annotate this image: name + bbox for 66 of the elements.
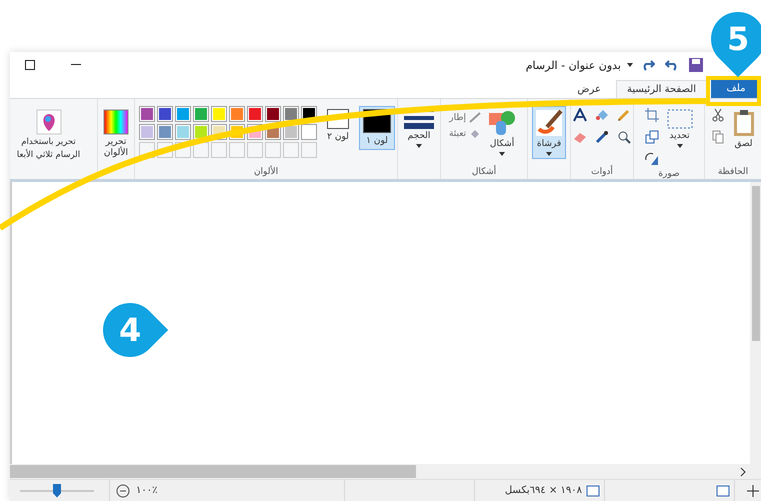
crop-icon[interactable]	[642, 106, 660, 124]
group-label: الحافظة	[718, 166, 748, 179]
cursor-position-icon	[747, 484, 759, 496]
shapes-icon	[488, 109, 516, 137]
image-dimensions: ١٩٠٨ × ٦٩٤بكسل	[504, 485, 582, 496]
ribbon-tab[interactable]: الصفحة الرئيسية	[616, 80, 707, 98]
size-button[interactable]: الحجم	[401, 106, 437, 151]
zoom-level: ١٠٠٪	[136, 485, 158, 496]
outline-button[interactable]: إطار	[449, 112, 482, 124]
brush-icon	[535, 109, 563, 137]
color-swatch[interactable]	[139, 106, 155, 122]
empty-swatch	[265, 142, 281, 158]
color-swatch[interactable]	[175, 124, 191, 140]
paint-3d-icon	[36, 109, 62, 135]
color-swatch[interactable]	[247, 106, 263, 122]
color-swatch[interactable]	[301, 124, 317, 140]
eyedropper-icon[interactable]	[593, 128, 611, 146]
edit-colors-button[interactable]: تحرير الألوان	[98, 106, 134, 162]
paint-3d-button[interactable]: تحرير باستخدام الرسام ثلاثي الأبعا	[14, 106, 84, 164]
resize-icon[interactable]	[642, 128, 660, 146]
image-size-icon	[586, 484, 600, 496]
text-icon[interactable]	[571, 106, 589, 124]
empty-swatch	[301, 142, 317, 158]
empty-swatch	[229, 142, 245, 158]
fill-button[interactable]: تعبئة	[448, 128, 482, 140]
window-title: بدون عنوان - الرسام	[526, 58, 621, 72]
empty-swatch	[247, 142, 263, 158]
group-label: أدوات	[591, 166, 613, 179]
zoom-out-icon[interactable]	[114, 482, 132, 500]
select-button[interactable]: تحديد	[664, 106, 696, 151]
color-swatch[interactable]	[211, 106, 227, 122]
caret-icon	[416, 144, 422, 148]
vertical-scrollbar[interactable]	[750, 182, 761, 464]
paste-button[interactable]: لصق	[730, 106, 758, 153]
caret-icon	[627, 63, 633, 67]
horizontal-scrollbar[interactable]	[10, 464, 761, 479]
save-icon[interactable]	[687, 56, 705, 74]
empty-swatch	[283, 142, 299, 158]
color-swatch[interactable]	[157, 124, 173, 140]
line-width-icon	[404, 109, 434, 129]
minimize-icon	[71, 64, 81, 66]
color-swatch[interactable]	[175, 106, 191, 122]
color-swatch[interactable]	[193, 106, 209, 122]
group-label: أشكال	[472, 166, 496, 179]
color-swatch[interactable]	[229, 106, 245, 122]
group-label: صورة	[658, 168, 680, 181]
rotate-icon[interactable]	[642, 150, 660, 168]
color-selector[interactable]: لون ٢	[323, 106, 353, 146]
scroll-right-icon[interactable]	[739, 466, 747, 476]
caret-icon	[676, 144, 682, 148]
caret-icon	[546, 152, 552, 156]
caret-icon	[499, 152, 506, 156]
color-swatch[interactable]	[157, 106, 173, 122]
color-swatch[interactable]	[265, 106, 281, 122]
highlight-frame	[706, 76, 761, 106]
empty-swatch	[211, 142, 227, 158]
clipboard-icon	[732, 109, 754, 137]
maximize-icon	[25, 60, 35, 70]
color-spectrum-icon	[103, 109, 129, 135]
brush-button[interactable]: فرشاة	[532, 106, 566, 159]
selection-icon	[666, 109, 692, 129]
zoom-slider-thumb[interactable]	[53, 484, 61, 498]
color-swatch[interactable]	[139, 124, 155, 140]
selection-size-icon	[716, 484, 730, 496]
shapes-button[interactable]: أشكال	[485, 106, 520, 159]
group-label: الألوان	[254, 166, 278, 179]
